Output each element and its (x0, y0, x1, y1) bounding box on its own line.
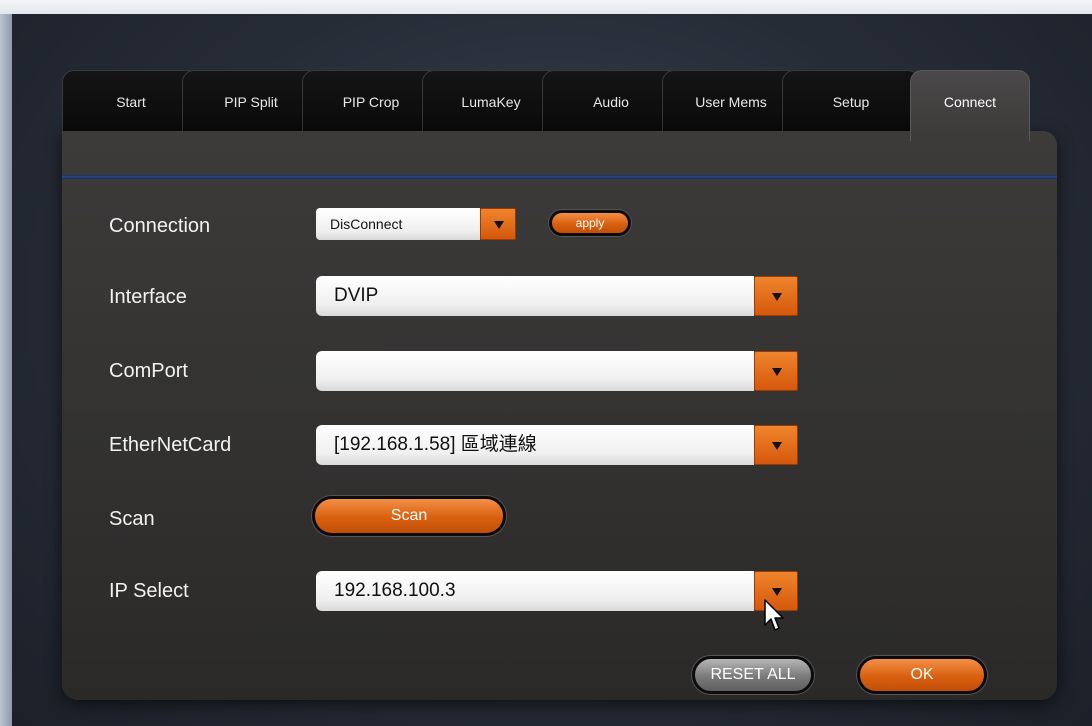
comport-dropdown-button[interactable] (754, 351, 798, 391)
tab-pip-split[interactable]: PIP Split (182, 70, 320, 133)
connection-label: Connection (109, 215, 211, 237)
scan-label: Scan (109, 508, 155, 530)
reset-all-button[interactable]: RESET ALL (692, 656, 814, 694)
header-divider (62, 175, 1057, 179)
ethernet-card-select[interactable]: [192.168.1.58] 區域連線 (316, 425, 754, 465)
connection-select[interactable]: DisConnect (316, 208, 480, 240)
ok-button[interactable]: OK (857, 656, 987, 694)
tab-start[interactable]: Start (62, 70, 200, 133)
tab-setup[interactable]: Setup (782, 70, 920, 133)
tab-user-mems[interactable]: User Mems (662, 70, 800, 133)
comport-select[interactable] (316, 351, 754, 391)
chevron-down-icon (772, 368, 782, 376)
ip-select-label: IP Select (109, 580, 189, 602)
interface-select[interactable]: DVIP (316, 276, 754, 316)
window-left-frame (0, 14, 12, 726)
tab-connect[interactable]: Connect (910, 70, 1030, 141)
scan-button[interactable]: Scan (312, 496, 506, 536)
tab-lumakey[interactable]: LumaKey (422, 70, 560, 133)
chevron-down-icon (772, 442, 782, 450)
interface-dropdown-button[interactable] (754, 276, 798, 316)
mouse-pointer-icon (764, 599, 784, 631)
tab-pip-crop[interactable]: PIP Crop (302, 70, 440, 133)
connection-dropdown-button[interactable] (480, 208, 516, 240)
ip-select-select[interactable]: 192.168.100.3 (316, 571, 754, 611)
comport-label: ComPort (109, 360, 188, 382)
interface-label: Interface (109, 286, 187, 308)
chevron-down-icon (772, 588, 782, 596)
connect-panel: Connection DisConnect apply Interface DV… (62, 131, 1057, 700)
chevron-down-icon (772, 293, 782, 301)
ethernet-card-dropdown-button[interactable] (754, 425, 798, 465)
tab-audio[interactable]: Audio (542, 70, 680, 133)
chevron-down-icon (494, 221, 504, 229)
app-stage: Start PIP Split PIP Crop LumaKey Audio U… (12, 14, 1092, 726)
window-top-bar (0, 0, 1092, 14)
ethernet-card-label: EtherNetCard (109, 434, 232, 456)
apply-button[interactable]: apply (549, 210, 631, 236)
